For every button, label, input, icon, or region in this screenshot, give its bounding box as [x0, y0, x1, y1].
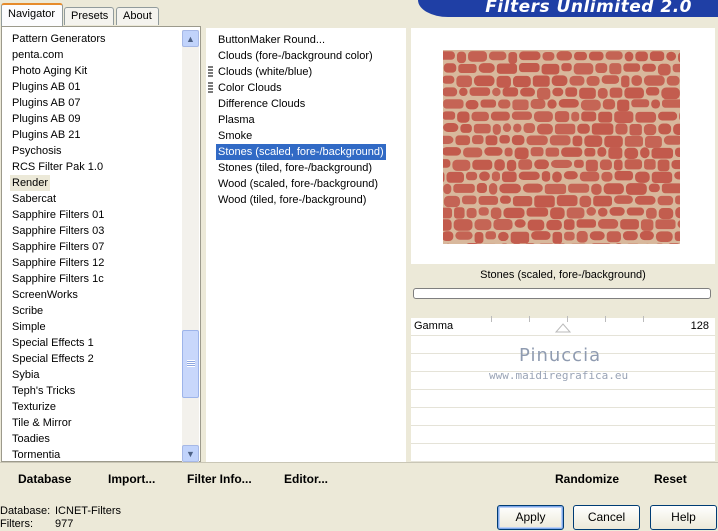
- category-item[interactable]: Sybia: [10, 367, 42, 383]
- param-row-empty: [411, 444, 715, 462]
- param-row-empty: [411, 408, 715, 426]
- filter-item[interactable]: Color Clouds: [216, 80, 284, 96]
- category-item[interactable]: Plugins AB 09: [10, 111, 83, 127]
- tab-bar: Navigator Presets About: [0, 0, 420, 27]
- database-label: Database:: [0, 505, 51, 517]
- slider-knob[interactable]: [555, 323, 571, 333]
- category-item[interactable]: Texturize: [10, 399, 58, 415]
- import-button[interactable]: Import...: [108, 472, 155, 486]
- category-item[interactable]: Scribe: [10, 303, 45, 319]
- preview-image: [443, 50, 680, 244]
- param-row-empty: [411, 390, 715, 408]
- category-item[interactable]: Sapphire Filters 01: [10, 207, 106, 223]
- category-item[interactable]: Psychosis: [10, 143, 64, 159]
- randomize-button[interactable]: Randomize: [555, 472, 619, 486]
- param-row-gamma[interactable]: Gamma 128: [411, 316, 715, 336]
- filter-list[interactable]: ButtonMaker Round... Clouds (fore-/backgr…: [206, 28, 406, 462]
- database-value: ICNET-Filters: [55, 505, 121, 517]
- watermark-name: Pinuccia: [519, 345, 602, 366]
- filters-count: 977: [55, 518, 74, 530]
- reset-button[interactable]: Reset: [654, 472, 687, 486]
- filter-item[interactable]: ButtonMaker Round...: [216, 32, 327, 48]
- editor-button[interactable]: Editor...: [284, 472, 328, 486]
- category-item[interactable]: Special Effects 1: [10, 335, 96, 351]
- tab-presets[interactable]: Presets: [64, 7, 114, 25]
- filter-item[interactable]: Wood (tiled, fore-/background): [216, 192, 368, 208]
- category-item[interactable]: Plugins AB 01: [10, 79, 83, 95]
- filter-info-button[interactable]: Filter Info...: [187, 472, 252, 486]
- category-item[interactable]: Plugins AB 21: [10, 127, 83, 143]
- filter-item[interactable]: Stones (scaled, fore-/background): [215, 143, 387, 161]
- app-title: Filters Unlimited 2.0: [485, 0, 692, 17]
- filter-item[interactable]: Clouds (white/blue): [216, 64, 314, 80]
- category-scrollbar[interactable]: ▲ ▼: [182, 30, 199, 462]
- category-item[interactable]: Teph's Tricks: [10, 383, 77, 399]
- tab-navigator[interactable]: Navigator: [1, 3, 63, 26]
- category-item[interactable]: Simple: [10, 319, 48, 335]
- filter-item[interactable]: Difference Clouds: [216, 96, 307, 112]
- filter-item[interactable]: Smoke: [216, 128, 254, 144]
- category-item[interactable]: Special Effects 2: [10, 351, 96, 367]
- category-item[interactable]: Sapphire Filters 03: [10, 223, 106, 239]
- filter-item[interactable]: Clouds (fore-/background color): [216, 48, 375, 64]
- cancel-button[interactable]: Cancel: [573, 505, 640, 530]
- scroll-down-icon[interactable]: ▼: [182, 445, 199, 462]
- bottom-toolbar: Database Import... Filter Info... Editor…: [0, 462, 718, 496]
- grip-icon: [208, 82, 213, 94]
- filter-item[interactable]: Stones (tiled, fore-/background): [216, 160, 374, 176]
- parameter-panel: Gamma 128: [411, 316, 715, 462]
- category-item[interactable]: Sapphire Filters 1c: [10, 271, 106, 287]
- grip-icon: [208, 66, 213, 78]
- category-item[interactable]: Plugins AB 07: [10, 95, 83, 111]
- scroll-up-icon[interactable]: ▲: [182, 30, 199, 47]
- slider-ticks: [491, 316, 681, 322]
- filter-item[interactable]: Wood (scaled, fore-/background): [216, 176, 380, 192]
- progress-bar: [413, 288, 711, 299]
- category-item[interactable]: Toadies: [10, 431, 52, 447]
- category-item[interactable]: Pattern Generators: [10, 31, 108, 47]
- filters-label: Filters:: [0, 518, 33, 530]
- filter-item[interactable]: Plasma: [216, 112, 257, 128]
- param-row-empty: [411, 426, 715, 444]
- category-item[interactable]: Render: [10, 175, 51, 191]
- category-item[interactable]: Tile & Mirror: [10, 415, 73, 431]
- category-list[interactable]: Pattern Generators penta.com Photo Aging K…: [1, 26, 201, 462]
- category-item[interactable]: penta.com: [10, 47, 65, 63]
- tab-about[interactable]: About: [116, 7, 159, 25]
- filter-caption: Stones (scaled, fore-/background): [411, 264, 715, 286]
- apply-button[interactable]: Apply: [497, 505, 564, 530]
- database-button[interactable]: Database: [18, 472, 71, 486]
- param-value: 128: [690, 320, 709, 332]
- category-item[interactable]: ScreenWorks: [10, 287, 80, 303]
- category-item[interactable]: Tormentia: [10, 447, 62, 463]
- category-item[interactable]: Sapphire Filters 12: [10, 255, 106, 271]
- category-item[interactable]: RCS Filter Pak 1.0: [10, 159, 105, 175]
- help-button[interactable]: Help: [650, 505, 717, 530]
- app-banner: Filters Unlimited 2.0: [418, 0, 718, 17]
- status-info: Database: ICNET-Filters Filters: 977: [0, 505, 121, 531]
- param-label: Gamma: [414, 320, 454, 332]
- watermark-site: www.maidiregrafica.eu: [489, 369, 629, 382]
- category-item[interactable]: Sabercat: [10, 191, 58, 207]
- scroll-thumb[interactable]: [182, 330, 199, 398]
- category-item[interactable]: Sapphire Filters 07: [10, 239, 106, 255]
- category-item[interactable]: Photo Aging Kit: [10, 63, 89, 79]
